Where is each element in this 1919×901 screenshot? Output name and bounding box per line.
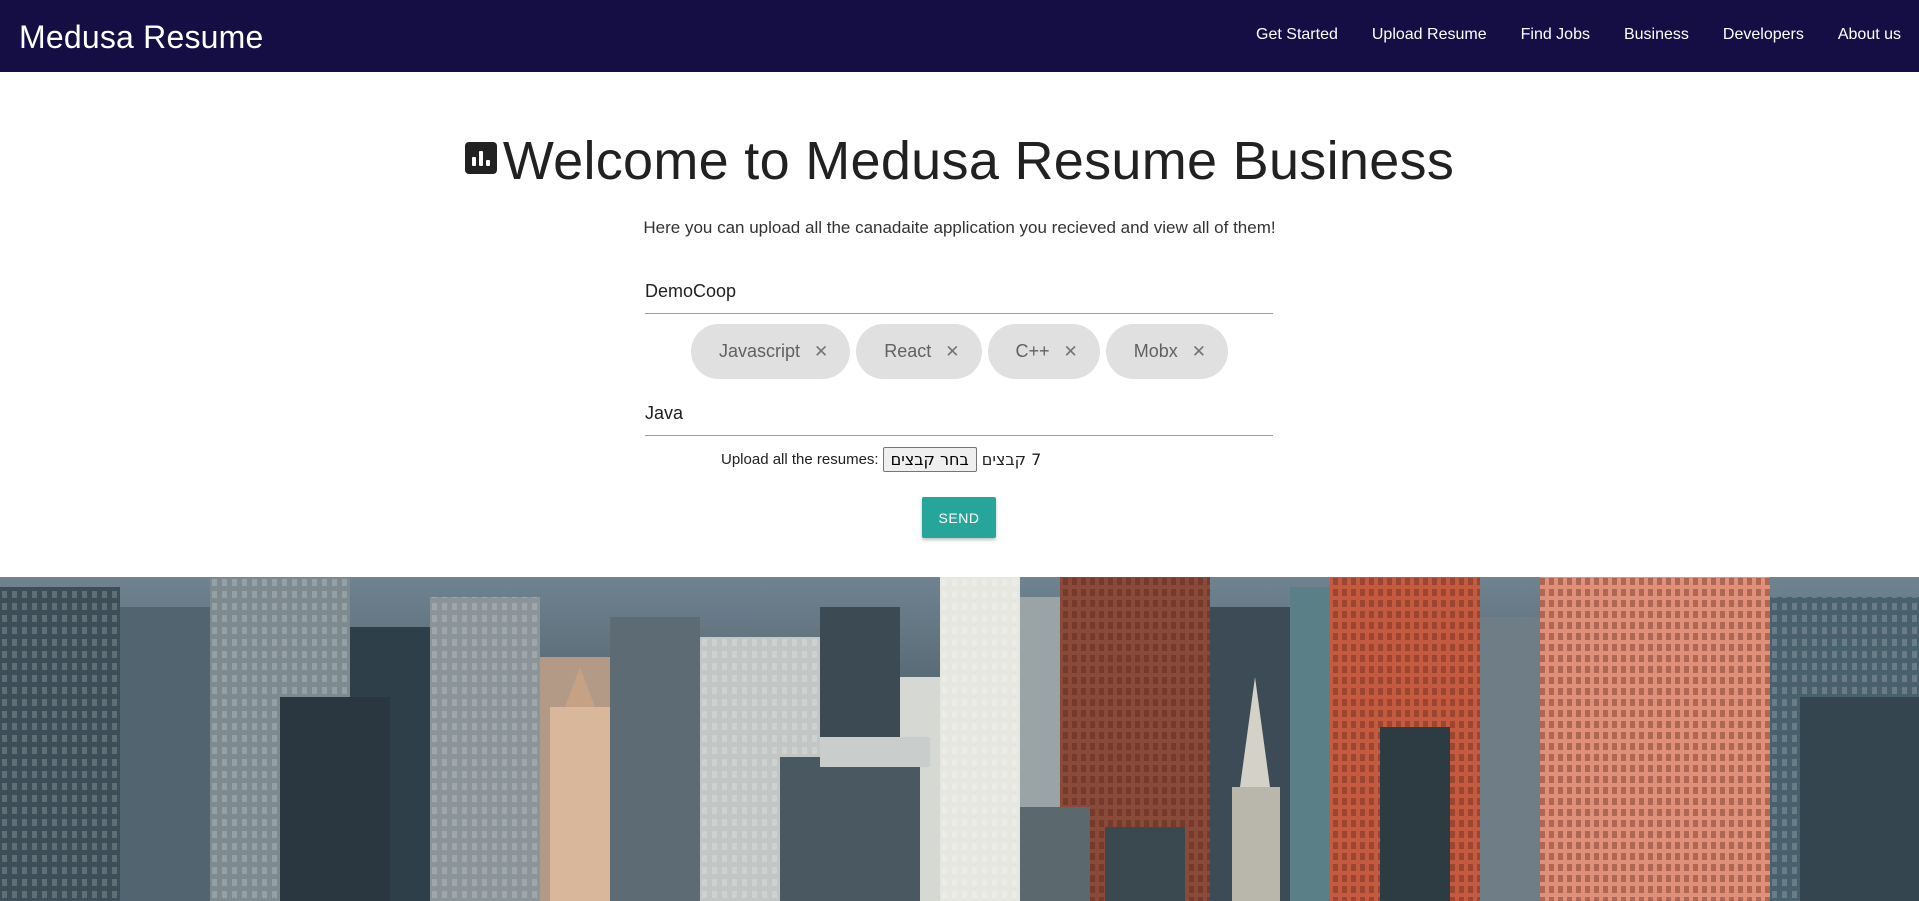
page-title: Welcome to Medusa Resume Business [502, 131, 1455, 191]
nav-link-upload-resume[interactable]: Upload Resume [1372, 26, 1487, 44]
skill-chip: Mobx ✕ [1105, 324, 1229, 379]
company-name-input[interactable] [645, 278, 1273, 314]
navbar: Medusa Resume Get Started Upload Resume … [0, 0, 1919, 72]
file-count-status: 7 קבצים [981, 449, 1042, 469]
skill-chip-label: React [884, 341, 932, 361]
nav-links: Get Started Upload Resume Find Jobs Busi… [1222, 26, 1901, 44]
skill-chip-label: Mobx [1133, 341, 1178, 361]
skill-chip-label: Javascript [718, 341, 800, 361]
upload-label: Upload all the resumes: [721, 450, 879, 468]
close-icon[interactable]: ✕ [945, 342, 959, 362]
file-upload-row: Upload all the resumes: בחר קבצים 7 קבצי… [721, 446, 1041, 472]
choose-files-button[interactable]: בחר קבצים [882, 446, 977, 472]
bar-chart-icon [464, 142, 497, 174]
brand-logo-link[interactable]: Medusa Resume [19, 19, 264, 56]
skill-chips: Javascript ✕ React ✕ C++ ✕ Mobx ✕ [0, 324, 1919, 379]
nav-link-find-jobs[interactable]: Find Jobs [1521, 26, 1590, 44]
skill-chip: Javascript ✕ [690, 324, 851, 379]
skill-chip: React ✕ [856, 324, 982, 379]
close-icon[interactable]: ✕ [1064, 342, 1078, 362]
nav-link-about-us[interactable]: About us [1838, 26, 1901, 44]
nav-link-developers[interactable]: Developers [1723, 26, 1804, 44]
skill-input[interactable] [645, 400, 1273, 436]
page-title-row: Welcome to Medusa Resume Business [0, 130, 1919, 192]
send-button[interactable]: SEND [922, 497, 996, 538]
skill-chip-label: C++ [1015, 341, 1050, 361]
city-skyline-image [0, 577, 1919, 901]
close-icon[interactable]: ✕ [1192, 342, 1206, 362]
nav-link-get-started[interactable]: Get Started [1256, 26, 1338, 44]
page-subtitle: Here you can upload all the canadaite ap… [643, 218, 1276, 237]
skill-chip: C++ ✕ [987, 324, 1100, 379]
nav-link-business[interactable]: Business [1624, 26, 1689, 44]
close-icon[interactable]: ✕ [814, 342, 828, 362]
